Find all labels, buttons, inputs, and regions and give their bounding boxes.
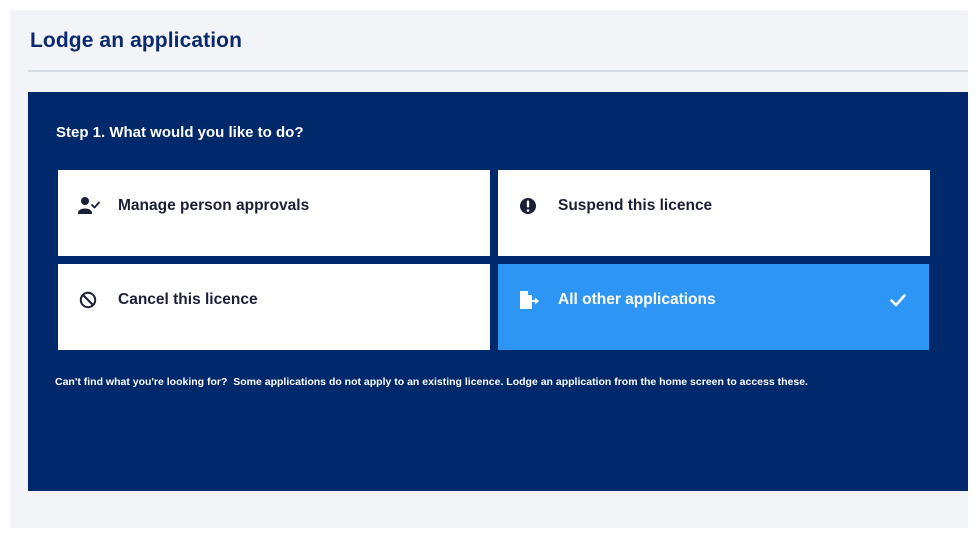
option-cancel-licence[interactable]: Cancel this licence (58, 264, 490, 350)
page-container: Lodge an application Step 1. What would … (10, 10, 968, 528)
step-panel: Step 1. What would you like to do? Manag… (28, 92, 968, 491)
option-manage-person-approvals[interactable]: Manage person approvals (58, 170, 490, 256)
option-label: All other applications (558, 291, 716, 308)
help-text: Can't find what you're looking for? Some… (55, 374, 935, 391)
person-check-icon (78, 196, 100, 216)
step-title: Step 1. What would you like to do? (56, 124, 304, 141)
ban-icon (78, 290, 98, 310)
page-title: Lodge an application (30, 29, 243, 52)
option-suspend-licence[interactable]: Suspend this licence (498, 170, 930, 256)
option-all-other-applications[interactable]: All other applications (498, 264, 929, 350)
exclamation-circle-icon (518, 196, 538, 216)
check-icon (889, 291, 907, 309)
option-label: Manage person approvals (118, 197, 310, 214)
title-divider (28, 70, 968, 72)
document-arrow-icon (518, 290, 539, 310)
option-label: Cancel this licence (118, 291, 258, 308)
option-label: Suspend this licence (558, 197, 713, 214)
help-lead: Can't find what you're looking for? (55, 376, 228, 388)
help-body: Some applications do not apply to an exi… (233, 376, 808, 388)
